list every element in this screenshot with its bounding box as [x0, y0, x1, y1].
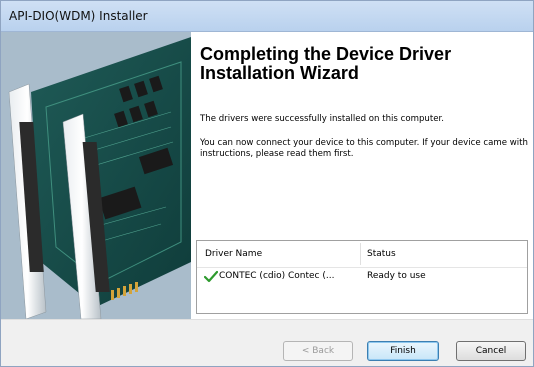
wizard-banner-image: [1, 32, 191, 319]
footer-divider: [1, 319, 533, 320]
driver-status-table[interactable]: Driver Name Status CONTEC (cdio) Contec …: [196, 240, 528, 314]
column-separator[interactable]: [360, 243, 361, 265]
title-bar[interactable]: API-DIO(WDM) Installer: [1, 1, 533, 32]
back-button[interactable]: < Back: [283, 341, 353, 361]
cancel-button[interactable]: Cancel: [456, 341, 526, 361]
wizard-heading: Completing the Device Driver Installatio…: [200, 45, 520, 83]
column-header-status[interactable]: Status: [367, 249, 396, 259]
driver-status-cell: Ready to use: [367, 271, 426, 281]
success-message: The drivers were successfully installed …: [200, 114, 444, 124]
driver-name-cell: CONTEC (cdio) Contec (...: [219, 271, 335, 281]
check-icon: [204, 270, 218, 283]
table-row[interactable]: CONTEC (cdio) Contec (... Ready to use: [197, 268, 527, 286]
installer-window: API-DIO(WDM) Installer Completing the De…: [0, 0, 534, 367]
wizard-heading-line1: Completing the Device Driver: [200, 44, 452, 64]
wizard-main-panel: Completing the Device Driver Installatio…: [196, 32, 529, 319]
table-header: Driver Name Status: [197, 241, 527, 268]
column-header-driver-name[interactable]: Driver Name: [205, 249, 262, 259]
finish-button[interactable]: Finish: [367, 341, 439, 361]
wizard-heading-line2: Installation Wizard: [200, 63, 359, 83]
instructions-message: You can now connect your device to this …: [200, 138, 528, 159]
circuit-board-illustration: [1, 32, 191, 319]
window-title: API-DIO(WDM) Installer: [9, 9, 148, 23]
wizard-content: Completing the Device Driver Installatio…: [1, 32, 533, 319]
